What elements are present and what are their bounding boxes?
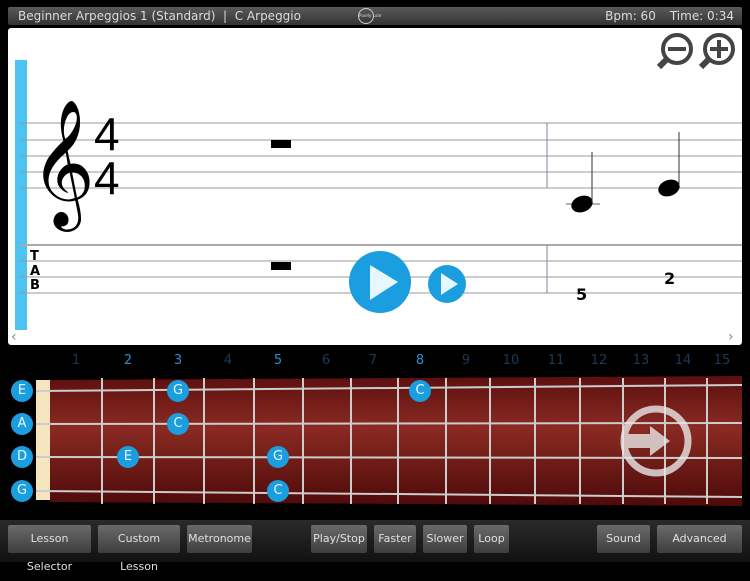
slower-button[interactable]: Slower bbox=[423, 525, 467, 553]
tab-label-b: B bbox=[30, 278, 40, 293]
treble-clef-icon: 𝄞 bbox=[30, 98, 95, 232]
note-marker[interactable]: G bbox=[167, 380, 189, 402]
whole-rest bbox=[271, 140, 291, 148]
fretboard[interactable]: EADGGCCEGC bbox=[11, 376, 742, 506]
score-view: 𝄞 4 4 T A B 5 2 ‹ › bbox=[8, 28, 742, 345]
fret-number: 2 bbox=[123, 353, 133, 368]
time-readout: Time: 0:34 bbox=[669, 9, 734, 23]
tab-number: 2 bbox=[664, 269, 675, 288]
string-label-a[interactable]: A bbox=[11, 413, 33, 435]
fret-number: 13 bbox=[632, 353, 650, 368]
fret-number: 1 bbox=[71, 353, 81, 368]
fret-number: 5 bbox=[273, 353, 283, 368]
play-button[interactable] bbox=[349, 251, 411, 313]
string-label-e[interactable]: E bbox=[11, 380, 33, 402]
zoom-out-button[interactable] bbox=[656, 33, 693, 70]
lesson-selector-button[interactable]: Lesson Selector bbox=[8, 525, 91, 573]
fret-number: 14 bbox=[674, 353, 692, 368]
fret-number: 12 bbox=[590, 353, 608, 368]
fret-number: 9 bbox=[461, 353, 471, 368]
sound-button[interactable]: Sound bbox=[597, 525, 650, 553]
fret-number: 15 bbox=[713, 353, 731, 368]
tab-number: 5 bbox=[576, 285, 587, 304]
tab-rest bbox=[271, 262, 291, 270]
tab-label-a: A bbox=[30, 264, 40, 279]
chevron-left-icon[interactable]: ‹ bbox=[11, 329, 17, 345]
note-marker[interactable]: C bbox=[167, 413, 189, 435]
play-stop-button[interactable]: Play/Stop bbox=[311, 525, 367, 553]
nut bbox=[36, 380, 50, 500]
note-marker[interactable]: E bbox=[117, 446, 139, 468]
lesson-title: Beginner Arpeggios 1 (Standard) | C Arpe… bbox=[18, 9, 301, 23]
advanced-button[interactable]: Advanced bbox=[657, 525, 742, 553]
fret-number: 11 bbox=[547, 353, 565, 368]
note-marker[interactable]: C bbox=[409, 380, 431, 402]
custom-lesson-button[interactable]: Custom Lesson bbox=[98, 525, 180, 573]
fret-number: 4 bbox=[223, 353, 233, 368]
app-logo: Purely Lute bbox=[358, 8, 381, 24]
string-label-d[interactable]: D bbox=[11, 446, 33, 468]
note-marker[interactable]: C bbox=[267, 480, 289, 502]
loop-button[interactable]: Loop bbox=[474, 525, 509, 553]
title-bar: Beginner Arpeggios 1 (Standard) | C Arpe… bbox=[8, 7, 742, 25]
metronome-button[interactable]: Metronome bbox=[187, 525, 252, 553]
chevron-right-icon[interactable]: › bbox=[728, 329, 734, 345]
fret-number: 6 bbox=[321, 353, 331, 368]
fret-number: 8 bbox=[415, 353, 425, 368]
playback-cursor bbox=[15, 60, 27, 330]
zoom-in-button[interactable] bbox=[698, 33, 735, 70]
fret-number: 3 bbox=[173, 353, 183, 368]
play-from-cursor-button[interactable] bbox=[428, 265, 466, 303]
string-label-g[interactable]: G bbox=[11, 480, 33, 502]
bpm-readout: Bpm: 60 bbox=[605, 9, 656, 23]
fret-number: 7 bbox=[368, 353, 378, 368]
time-sig-bottom: 4 bbox=[94, 152, 120, 204]
note-head bbox=[658, 179, 680, 197]
bottom-toolbar: Lesson Selector Custom Lesson Metronome … bbox=[0, 520, 750, 573]
fret-number: 10 bbox=[502, 353, 520, 368]
note-head bbox=[571, 195, 593, 213]
tab-label-t: T bbox=[30, 249, 39, 264]
note-marker[interactable]: G bbox=[267, 446, 289, 468]
faster-button[interactable]: Faster bbox=[374, 525, 416, 553]
